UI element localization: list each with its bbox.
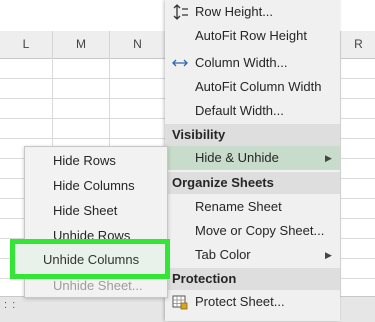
menu-item-autofit-row-height[interactable]: AutoFit Row Height [165,24,340,48]
menu-item-default-width[interactable]: Default Width... [165,99,340,123]
section-header-organize-sheets: Organize Sheets [165,172,340,194]
column-header-n[interactable]: N [110,31,166,58]
column-width-icon [172,55,188,71]
menu-item-move-copy-sheet[interactable]: Move or Copy Sheet... [165,219,340,243]
section-header-label: Protection [172,271,237,286]
submenu-arrow-icon: ▶ [325,250,332,260]
menu-item-label: AutoFit Column Width [195,79,322,94]
menu-item-autofit-column-width[interactable]: AutoFit Column Width [165,75,340,99]
menu-item-label: Protect Sheet... [195,294,285,309]
menu-item-hide-unhide[interactable]: Hide & Unhide ▶ [165,146,340,170]
menu-item-protect-sheet[interactable]: Protect Sheet... [165,290,340,314]
submenu-arrow-icon: ▶ [325,153,332,163]
submenu-item-label: Hide Rows [53,153,116,168]
menu-item-tab-color[interactable]: Tab Color ▶ [165,243,340,267]
section-header-protection: Protection [165,268,340,290]
submenu-item-label: Hide Sheet [53,203,118,218]
submenu-item-hide-rows[interactable]: Hide Rows [25,148,167,173]
section-header-visibility: Visibility [165,124,340,146]
submenu-item-unhide-columns[interactable]: Unhide Columns [43,239,139,279]
menu-item-label: Column Width... [195,55,288,70]
menu-item-rename-sheet[interactable]: Rename Sheet [165,195,340,219]
protect-sheet-icon [172,294,188,310]
menu-item-label: AutoFit Row Height [195,28,307,43]
menu-item-row-height[interactable]: Row Height... [165,0,340,24]
row-height-icon [172,4,188,20]
menu-item-label: Move or Copy Sheet... [195,223,325,238]
menu-item-label: Default Width... [195,103,284,118]
section-header-label: Visibility [172,127,226,142]
menu-item-label: Row Height... [195,4,274,19]
menu-item-column-width[interactable]: Column Width... [165,51,340,75]
menu-item-label: Rename Sheet [195,199,282,214]
submenu-item-hide-sheet[interactable]: Hide Sheet [25,198,167,223]
column-header-l[interactable]: L [0,31,53,58]
column-header-r[interactable]: R [340,31,375,58]
section-header-label: Organize Sheets [172,175,274,190]
menu-item-label: Hide & Unhide [195,150,279,165]
column-header-m[interactable]: M [53,31,110,58]
tab-scroll-dots[interactable]: : : [4,299,16,311]
submenu-item-hide-columns[interactable]: Hide Columns [25,173,167,198]
format-menu: Row Height... AutoFit Row Height Column … [165,0,340,321]
menu-item-label: Tab Color [195,247,251,262]
submenu-item-label: Hide Columns [53,178,135,193]
